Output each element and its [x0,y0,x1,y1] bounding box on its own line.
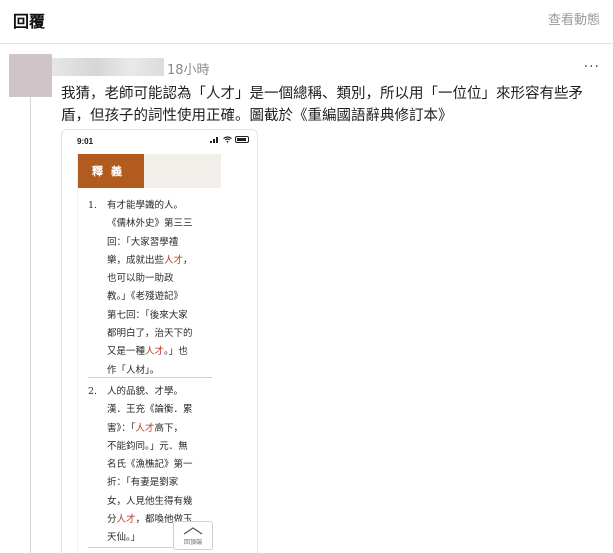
definition-text-segment: 女，人見他生得有幾 [107,495,193,507]
definition-line: 人的品貌、才學。 [107,383,219,401]
post-body-line: 盾，但孩子的詞性使用正確。圖截於《重編國語辭典修訂本》 [61,108,453,124]
definition-text-segment: 教。」《老殘遊記》 [107,291,184,303]
more-options-button[interactable]: ··· [584,59,600,75]
definition-text-segment: 人的品貌、才學。 [107,386,184,397]
view-activity-link[interactable]: 查看動態 [548,9,600,28]
avatar[interactable] [9,54,52,97]
dictionary-panel: 釋義 1. 有才能學識的人。 《儒林外史》第三三 回：「大家習學禮 樂，成就出些人才，… [77,154,221,553]
post-time: 18小時 [167,63,210,78]
definition-text-segment: ， [183,254,193,266]
definition-line: 第七回：「後來大家 [107,307,219,325]
post-body-line: 我猜，老師可能認為「人才」是一個總稱、類別，所以用「一位位」來形容有些矛 [61,86,583,102]
attached-screenshot[interactable]: 9:01 釋義 1. 有才能學識的人。 《儒林外史》第三三 回：「大家習學禮 樂， [61,129,258,553]
definition-number: 2. [88,386,98,397]
definition-line: 女，人見他生得有幾 [107,493,219,511]
status-icons [210,136,249,143]
definition-text-segment: 不能鈞同。」元．無 [107,440,188,452]
definition-text-segment: 第七回：「後來大家 [107,309,188,321]
post: 18小時 ··· 我猜，老師可能認為「人才」是一個總稱、類別，所以用「一位位」來… [0,45,613,553]
back-to-top-label: 回頂端 [183,539,202,546]
definition-line: 折：「有妻是劉家 [107,474,219,492]
definition-text-segment: 名氏《漁樵記》第一 [107,459,193,471]
definition-line: 不能鈞同。」元．無 [107,438,219,456]
definition-tab: 釋義 [78,154,144,188]
definition-text-segment: 樂，成就出些 [107,254,165,266]
reply-header: 回覆 查看動態 [0,0,613,44]
definition-line: 樂，成就出些人才， [107,252,219,270]
definition-line: 名氏《漁樵記》第一 [107,456,219,474]
back-to-top-button[interactable]: 回頂端 [173,521,213,550]
definition-text-segment: 。」也 [164,346,188,358]
definition-text-segment: 都明白了，治天下的 [107,328,193,340]
highlighted-term: 人才 [164,254,184,266]
definition-text-segment: 作「人材」。 [107,364,160,376]
definition-text-segment: 害》：「 [107,422,136,434]
definition-text-segment: 天仙。」 [107,532,141,544]
definition-text: 有才能學識的人。 《儒林外史》第三三 回：「大家習學禮 樂，成就出些人才， 也可以助一助… [107,197,219,380]
definition-text-segment: 也可以助一助政 [107,273,174,285]
definition-divider [88,377,212,378]
definition-line: 害》：「人才高下， [107,420,219,438]
definition-text-segment: 漢．王充《論衡．累 [107,404,193,416]
highlighted-term: 人才 [116,514,136,526]
definition-line: 《儒林外史》第三三 [107,215,219,233]
definition-line: 有才能學識的人。 [107,197,219,215]
definition-line: 漢．王充《論衡．累 [107,401,219,419]
status-time: 9:01 [77,137,94,146]
definition-text-segment: 有才能學識的人。 [107,200,184,211]
definition-line: 也可以助一助政 [107,270,219,288]
phone-status-bar: 9:01 [62,130,257,152]
signal-icon [210,137,218,143]
definition-text-segment: 《儒林外史》第三三 [107,218,193,230]
highlighted-term: 人才 [145,346,165,358]
highlighted-term: 人才 [135,422,155,434]
definition-text-segment: 回：「大家習學禮 [107,236,179,248]
battery-icon [235,136,249,143]
definition-line: 又是一種人才。」也 [107,343,219,361]
post-body: 我猜，老師可能認為「人才」是一個總稱、類別，所以用「一位位」來形容有些矛 盾，但… [61,83,601,127]
definition-text-segment: 分 [107,514,117,526]
wifi-icon [223,136,232,143]
definition-number: 1. [88,200,98,211]
definition-text-segment: 折：「有妻是劉家 [107,477,179,489]
definition-line: 都明白了，治天下的 [107,325,219,343]
definition-text-segment: 高下， [154,422,184,434]
thread-line [30,97,31,553]
username-blurred[interactable] [52,58,164,76]
header-title: 回覆 [13,12,46,31]
definition-text-segment: 又是一種 [107,346,146,358]
definition-line: 回：「大家習學禮 [107,234,219,252]
chevron-up-icon [183,527,203,535]
definition-line: 教。」《老殘遊記》 [107,288,219,306]
